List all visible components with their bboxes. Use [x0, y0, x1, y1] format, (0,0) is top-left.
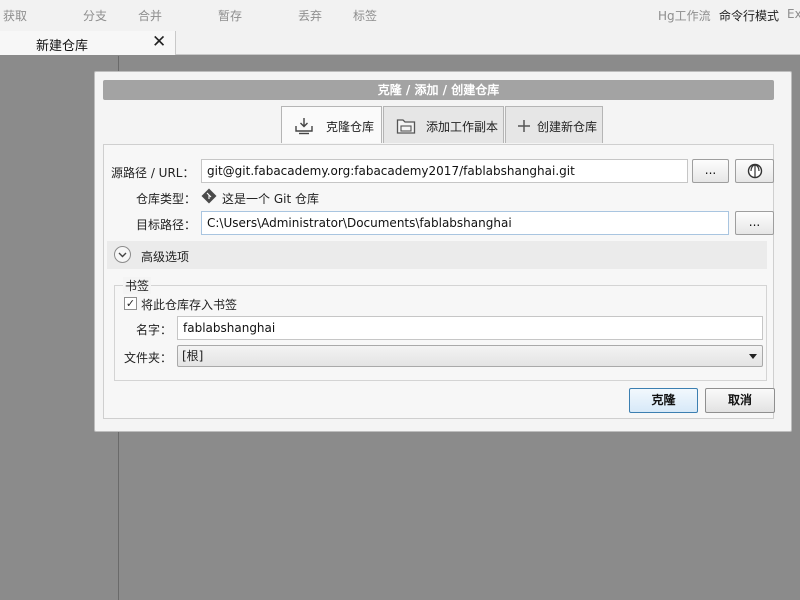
merge-button[interactable]: 合并 [138, 7, 162, 24]
tab-clone[interactable]: 克隆仓库 [281, 106, 382, 143]
advanced-options-toggle[interactable]: 高级选项 [107, 241, 767, 269]
destination-label: 目标路径： [136, 218, 197, 232]
bookmark-checkbox[interactable]: ✓ [124, 297, 137, 310]
git-diamond-icon [201, 188, 217, 204]
toolbar: 获取 分支 合并 暂存 丢弃 标签 Hg工作流 命令行模式 Ex [0, 0, 800, 30]
globe-icon [747, 163, 762, 179]
terminal-button[interactable]: 命令行模式 [719, 7, 779, 24]
browse-source-button[interactable]: ... [692, 159, 729, 183]
clone-button[interactable]: 克隆 [629, 388, 698, 413]
cancel-button[interactable]: 取消 [705, 388, 775, 413]
tab-add-working-copy-label: 添加工作副本 [426, 120, 499, 134]
tab-add-working-copy[interactable]: 添加工作副本 [383, 106, 504, 143]
tab-label: 新建仓库 [36, 39, 89, 54]
bookmark-name-input[interactable]: fablabshanghai [177, 316, 763, 340]
close-icon[interactable]: ✕ [152, 33, 166, 51]
clone-dialog: 克隆 / 添加 / 创建仓库 克隆仓库 添加工作副本 创建新仓库 源路径 / U… [94, 71, 792, 432]
hg-flow-button[interactable]: Hg工作流 [658, 7, 711, 24]
browse-destination-button[interactable]: ... [735, 211, 774, 235]
dialog-title: 克隆 / 添加 / 创建仓库 [103, 80, 774, 100]
folder-label: 文件夹： [124, 351, 173, 365]
bookmark-group-title: 书签 [123, 277, 152, 294]
remote-account-button[interactable] [735, 159, 774, 183]
tab-create-repository-label: 创建新仓库 [537, 120, 598, 134]
tab-new-repository[interactable]: 新建仓库 ✕ [0, 31, 176, 55]
stash-button[interactable]: 暂存 [218, 7, 242, 24]
tab-create-repository[interactable]: 创建新仓库 [505, 106, 603, 143]
name-label: 名字： [136, 323, 173, 337]
folder-select-value: [根] [182, 349, 204, 363]
bookmark-folder-select[interactable]: [根] [177, 345, 763, 367]
discard-button[interactable]: 丢弃 [298, 7, 322, 24]
bookmark-checkbox-label: 将此仓库存入书签 [141, 298, 238, 312]
destination-input[interactable]: C:\Users\Administrator\Documents\fablabs… [201, 211, 729, 235]
folder-icon [396, 119, 416, 134]
tab-clone-label: 克隆仓库 [326, 120, 375, 134]
explorer-button[interactable]: Ex [787, 7, 800, 21]
branch-button[interactable]: 分支 [83, 7, 107, 24]
dropdown-arrow-icon [749, 354, 757, 359]
tag-button[interactable]: 标签 [353, 7, 377, 24]
chevron-down-glyph [118, 252, 127, 258]
fetch-button[interactable]: 获取 [3, 7, 27, 24]
repo-type-value: 这是一个 Git 仓库 [222, 192, 319, 206]
chevron-down-icon [114, 246, 131, 263]
source-url-input[interactable]: git@git.fabacademy.org:fabacademy2017/fa… [201, 159, 688, 183]
repo-type-label: 仓库类型： [136, 192, 197, 206]
plus-icon [518, 120, 530, 132]
source-url-label: 源路径 / URL： [111, 166, 195, 180]
advanced-options-label: 高级选项 [141, 250, 190, 264]
clone-download-icon [295, 118, 313, 135]
tab-strip: 新建仓库 ✕ [0, 30, 800, 55]
